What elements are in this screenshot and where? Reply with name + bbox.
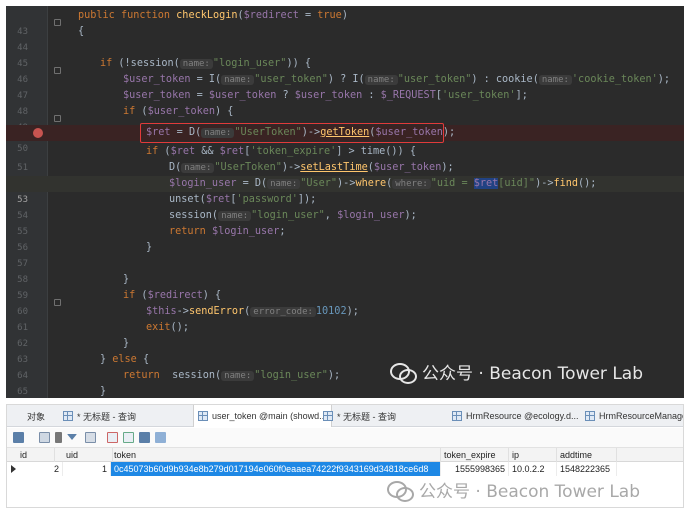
- table-icon: [452, 411, 462, 421]
- tab-query-untitled-2[interactable]: * 无标题 - 查询: [319, 405, 400, 427]
- tab-hrmresourcemanager[interactable]: HrmResourceManager @: [581, 405, 683, 427]
- code-line-current: 53 $login_user = D(name: "User")->where(w…: [6, 176, 684, 205]
- column-header-token[interactable]: token: [111, 448, 441, 462]
- fold-toggle-icon[interactable]: [54, 19, 61, 26]
- tab-objects[interactable]: 对象: [23, 405, 49, 427]
- tab-query-untitled-1[interactable]: * 无标题 - 查询: [59, 405, 140, 427]
- code-line: 59 }: [6, 272, 684, 301]
- code-line: 47 $user_token = I(name: "user_token") ? …: [6, 72, 684, 101]
- code-line: 43 public function checkLogin($redirect …: [6, 8, 684, 37]
- code-line: 49 if ($user_token) {: [6, 104, 684, 133]
- cell-token[interactable]: 0c45073b60d9b934e8b279d017194e060f0eaaea…: [111, 462, 441, 476]
- cell-id[interactable]: 2: [17, 462, 63, 476]
- column-header-id[interactable]: id: [17, 448, 55, 462]
- code-line: 55 session(name: "login_user", $login_use…: [6, 208, 684, 237]
- document-icon[interactable]: [39, 432, 50, 443]
- code-line: 52 D(name:"UserToken")->setLastTime($use…: [6, 160, 684, 189]
- query-icon: [323, 411, 333, 421]
- import-icon[interactable]: [107, 432, 118, 443]
- grid-view-icon[interactable]: [139, 432, 150, 443]
- code-line: 63 }: [6, 336, 684, 365]
- code-line: 58: [6, 256, 684, 285]
- sort-icon[interactable]: [85, 432, 96, 443]
- export-icon[interactable]: [123, 432, 134, 443]
- watermark: 公众号 · Beacon Tower Lab: [390, 359, 643, 384]
- form-view-icon[interactable]: [155, 432, 166, 443]
- column-header-uid[interactable]: uid: [63, 448, 113, 462]
- code-line: 54 unset($ret['password']);: [6, 192, 684, 221]
- filter-icon[interactable]: [67, 434, 77, 440]
- watermark: 公众号 · Beacon Tower Lab: [387, 477, 640, 502]
- column-header-ip[interactable]: ip: [509, 448, 557, 462]
- dropdown-icon[interactable]: [55, 432, 62, 443]
- grid-header: id uid token token_expire ip addtime: [7, 448, 683, 462]
- tab-user-token-table[interactable]: user_token @main (showd...: [193, 405, 332, 427]
- fold-toggle-icon[interactable]: [54, 67, 61, 74]
- code-line: 66 }: [100, 386, 107, 397]
- table-icon: [585, 411, 595, 421]
- code-line: 61 $this->sendError(error_code: 10102);: [6, 304, 684, 333]
- column-header-token-expire[interactable]: token_expire: [441, 448, 509, 462]
- code-line: 57 }: [6, 240, 684, 269]
- code-line: 46 if (!session(name: "login_user")) {: [6, 56, 684, 85]
- column-header-addtime[interactable]: addtime: [557, 448, 617, 462]
- cell-ip[interactable]: 10.0.2.2: [509, 462, 557, 476]
- cell-uid[interactable]: 1: [63, 462, 111, 476]
- code-line: 56 return $login_user;: [6, 224, 684, 253]
- table-icon: [198, 411, 208, 421]
- code-editor[interactable]: 43 public function checkLogin($redirect …: [6, 6, 684, 398]
- wechat-icon: [390, 361, 417, 384]
- query-icon: [63, 411, 73, 421]
- database-icon[interactable]: [13, 432, 24, 443]
- code-line: 60 if ($redirect) {: [6, 288, 684, 317]
- breakpoint-icon[interactable]: [33, 128, 43, 138]
- code-line: 45: [6, 40, 684, 69]
- highlight-box: [140, 123, 444, 143]
- code-line: 62 exit();: [6, 320, 684, 349]
- fold-toggle-icon[interactable]: [54, 299, 61, 306]
- code-line: 44 {: [6, 24, 684, 53]
- fold-toggle-icon[interactable]: [54, 115, 61, 122]
- table-row[interactable]: 2 1 0c45073b60d9b934e8b279d017194e060f0e…: [7, 462, 683, 476]
- grid-toolbar: [7, 428, 683, 448]
- tab-hrmresource[interactable]: HrmResource @ecology.d...: [448, 405, 583, 427]
- wechat-icon: [387, 479, 414, 502]
- code-line: 51 if ($ret && $ret['token_expire'] > ti…: [6, 144, 684, 173]
- cell-addtime[interactable]: 1548222365: [557, 462, 617, 476]
- cell-token-expire[interactable]: 1555998365: [441, 462, 509, 476]
- code-line: 48 $user_token = $user_token ? $user_tok…: [6, 88, 684, 117]
- tab-bar: 对象 * 无标题 - 查询 user_token @main (showd...…: [7, 405, 683, 427]
- database-result-panel: 对象 * 无标题 - 查询 user_token @main (showd...…: [6, 404, 684, 508]
